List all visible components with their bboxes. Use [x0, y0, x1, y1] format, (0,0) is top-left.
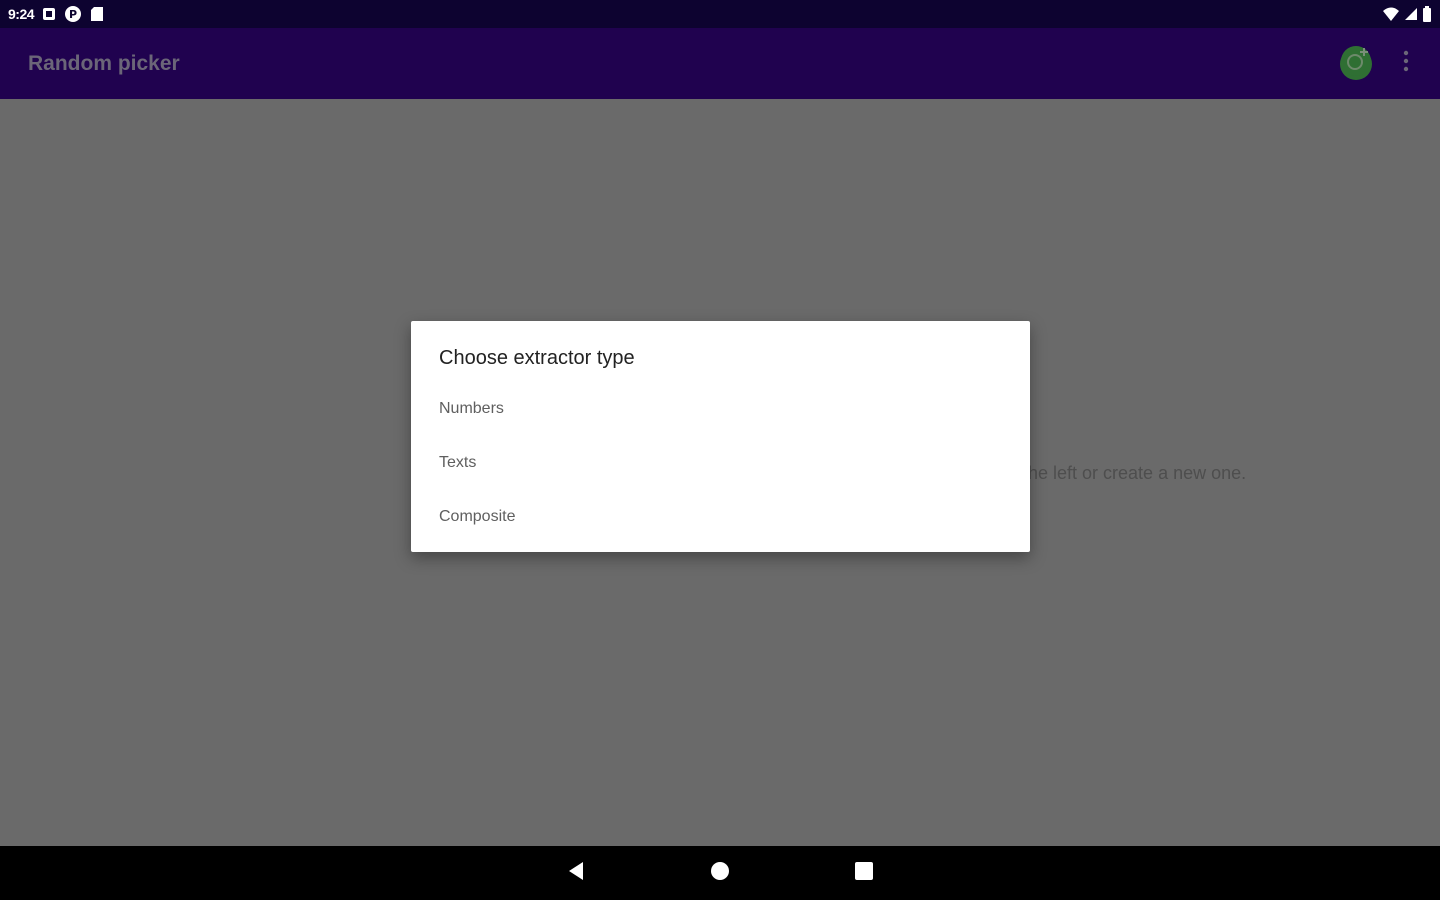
status-bar: 9:24 P — [0, 0, 1440, 28]
option-label: Texts — [439, 454, 477, 471]
status-right — [1382, 6, 1440, 22]
play-circle-icon: P — [64, 5, 82, 23]
status-left: 9:24 P — [0, 5, 104, 23]
add-extractor-icon — [1340, 45, 1372, 82]
overflow-menu-button[interactable] — [1394, 48, 1418, 80]
dialog-title: Choose extractor type — [439, 347, 635, 369]
empty-state-message: he left or create a new one. — [1028, 463, 1247, 483]
option-texts[interactable]: Texts — [411, 436, 1030, 490]
option-label: Composite — [439, 508, 516, 525]
app-title: Random picker — [28, 51, 180, 75]
home-icon — [710, 861, 730, 886]
back-button[interactable] — [546, 846, 606, 900]
back-icon — [566, 861, 586, 886]
home-button[interactable] — [690, 846, 750, 900]
battery-icon — [1422, 6, 1432, 22]
notification-square-icon — [42, 7, 56, 21]
sd-card-icon — [90, 6, 104, 22]
choose-extractor-dialog: Choose extractor type Numbers Texts Comp… — [411, 321, 1030, 552]
navigation-bar — [0, 846, 1440, 900]
svg-text:P: P — [69, 8, 77, 21]
status-time: 9:24 — [8, 6, 35, 22]
more-vert-icon — [1403, 50, 1409, 77]
cell-signal-icon — [1404, 7, 1418, 21]
option-label: Numbers — [439, 400, 504, 417]
option-numbers[interactable]: Numbers — [411, 382, 1030, 436]
recents-icon — [854, 861, 874, 886]
recents-button[interactable] — [834, 846, 894, 900]
add-extractor-button[interactable] — [1340, 45, 1372, 82]
option-composite[interactable]: Composite — [411, 490, 1030, 544]
wifi-icon — [1382, 6, 1400, 22]
app-actions — [1340, 45, 1418, 82]
app-bar: Random picker — [0, 28, 1440, 99]
